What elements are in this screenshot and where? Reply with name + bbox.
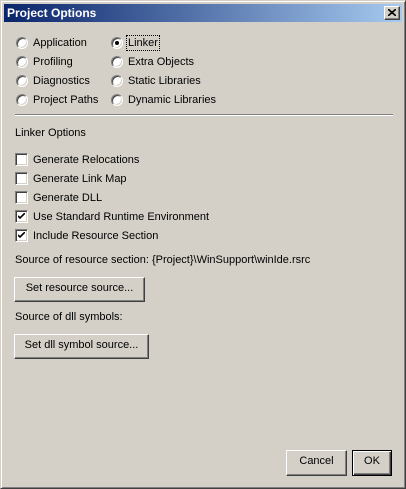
check-generate-dll-label[interactable]: Generate DLL: [33, 191, 102, 205]
radio-profiling-indicator[interactable]: [16, 56, 28, 68]
dll-symbols-text: Source of dll symbols:: [15, 311, 123, 323]
check-generate-relocations-label[interactable]: Generate Relocations: [33, 153, 139, 167]
check-include-resource-box[interactable]: [15, 229, 28, 242]
check-generate-link-map-label[interactable]: Generate Link Map: [33, 172, 127, 186]
set-dll-symbol-source-button[interactable]: Set dll symbol source...: [14, 334, 149, 359]
check-standard-runtime-label[interactable]: Use Standard Runtime Environment: [33, 210, 209, 224]
check-generate-dll-box[interactable]: [15, 191, 28, 204]
radio-static-libraries-label[interactable]: Static Libraries: [128, 74, 201, 88]
radio-diagnostics-indicator[interactable]: [16, 75, 28, 87]
radio-application-label[interactable]: Application: [33, 36, 87, 50]
ok-button[interactable]: OK: [352, 450, 392, 476]
radio-profiling-label[interactable]: Profiling: [33, 55, 73, 69]
linker-options-heading: Linker Options: [15, 127, 86, 139]
radio-extra-objects-indicator[interactable]: [111, 56, 123, 68]
radio-project-paths-label[interactable]: Project Paths: [33, 93, 98, 107]
radio-diagnostics-label[interactable]: Diagnostics: [33, 74, 90, 88]
radio-static-libraries-indicator[interactable]: [111, 75, 123, 87]
title-bar[interactable]: Project Options: [4, 4, 402, 22]
close-icon: [388, 9, 396, 16]
radio-dynamic-libraries-label[interactable]: Dynamic Libraries: [128, 93, 216, 107]
radio-linker-label[interactable]: Linker: [126, 35, 160, 51]
set-resource-source-button[interactable]: Set resource source...: [14, 277, 145, 302]
check-include-resource-label[interactable]: Include Resource Section: [33, 229, 158, 243]
check-generate-relocations-box[interactable]: [15, 153, 28, 166]
checkmark-icon: [18, 232, 25, 239]
check-standard-runtime-box[interactable]: [15, 210, 28, 223]
project-options-dialog: Project Options Application Profiling Di…: [0, 0, 406, 489]
radio-extra-objects-label[interactable]: Extra Objects: [128, 55, 194, 69]
resource-source-text: Source of resource section: {Project}\Wi…: [15, 254, 311, 266]
close-button[interactable]: [384, 6, 400, 20]
check-generate-link-map-box[interactable]: [15, 172, 28, 185]
radio-dynamic-libraries-indicator[interactable]: [111, 94, 123, 106]
window-title: Project Options: [7, 6, 97, 20]
checkmark-icon: [18, 213, 25, 220]
radio-linker-indicator[interactable]: [111, 37, 123, 49]
cancel-button[interactable]: Cancel: [286, 450, 347, 476]
radio-project-paths-indicator[interactable]: [16, 94, 28, 106]
section-divider: [15, 114, 393, 116]
radio-application-indicator[interactable]: [16, 37, 28, 49]
